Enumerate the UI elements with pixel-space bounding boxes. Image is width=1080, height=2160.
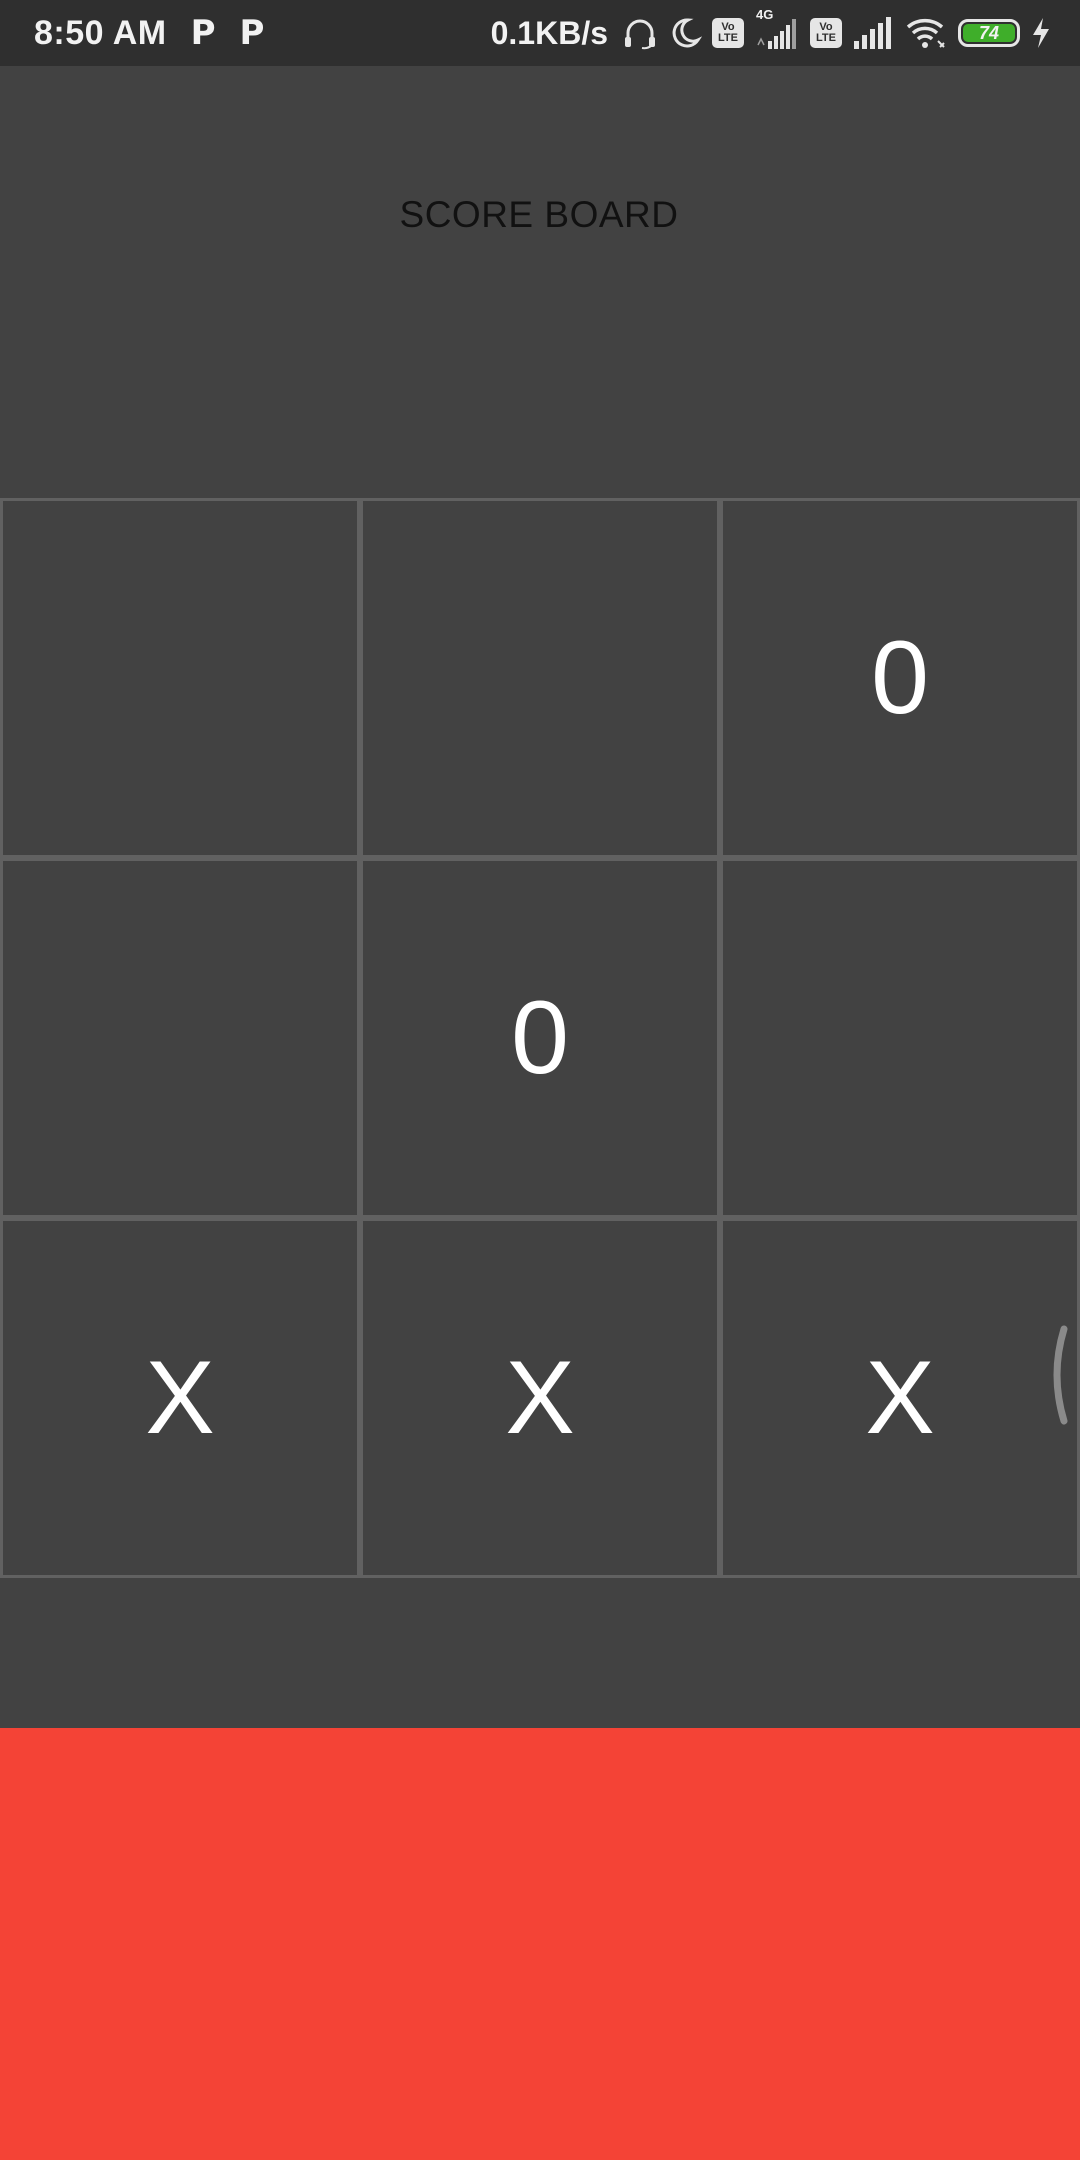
board-cell-3-2[interactable]: X <box>360 1218 720 1578</box>
bottom-red-panel[interactable] <box>0 1728 1080 2160</box>
edge-swipe-handle[interactable] <box>1048 1325 1070 1430</box>
signal-icon <box>852 15 894 51</box>
board-cell-1-2[interactable] <box>360 498 720 858</box>
moon-icon <box>668 16 702 50</box>
board-cell-2-1[interactable] <box>0 858 360 1218</box>
volte-icon-2: Vo LTE <box>810 18 842 48</box>
board-cell-2-2[interactable]: 0 <box>360 858 720 1218</box>
network-speed: 0.1KB/s <box>490 14 608 51</box>
board-cell-3-1[interactable]: X <box>0 1218 360 1578</box>
headphones-icon <box>622 15 658 51</box>
battery-icon: 74 <box>958 19 1020 47</box>
parking-notification-icon-2: P <box>239 13 265 53</box>
scoreboard-area: SCORE BOARD <box>0 66 1080 498</box>
volte-bottom-label-2: LTE <box>816 32 836 44</box>
volte-bottom-label: LTE <box>718 32 738 44</box>
battery-level: 74 <box>963 23 1015 43</box>
parking-notification-icon: P <box>190 13 216 53</box>
status-time: 8:50 AM <box>34 13 167 52</box>
board-cell-3-3[interactable]: X <box>720 1218 1080 1578</box>
board-cell-2-3[interactable] <box>720 858 1080 1218</box>
scoreboard-title: SCORE BOARD <box>399 194 679 235</box>
board-cell-1-1[interactable] <box>0 498 360 858</box>
status-bar: 8:50 AM P P 0.1KB/s Vo LTE 4G Vo LTE 74 <box>0 0 1080 66</box>
network-type-label: 4G <box>756 7 774 22</box>
bottom-spacer <box>0 1578 1080 1728</box>
charging-icon <box>1030 16 1052 50</box>
volte-icon: Vo LTE <box>712 18 744 48</box>
game-board: 0 0 X X X <box>0 498 1080 1578</box>
board-cell-1-3[interactable]: 0 <box>720 498 1080 858</box>
signal-4g-icon: 4G <box>754 7 800 51</box>
wifi-icon <box>904 15 948 51</box>
